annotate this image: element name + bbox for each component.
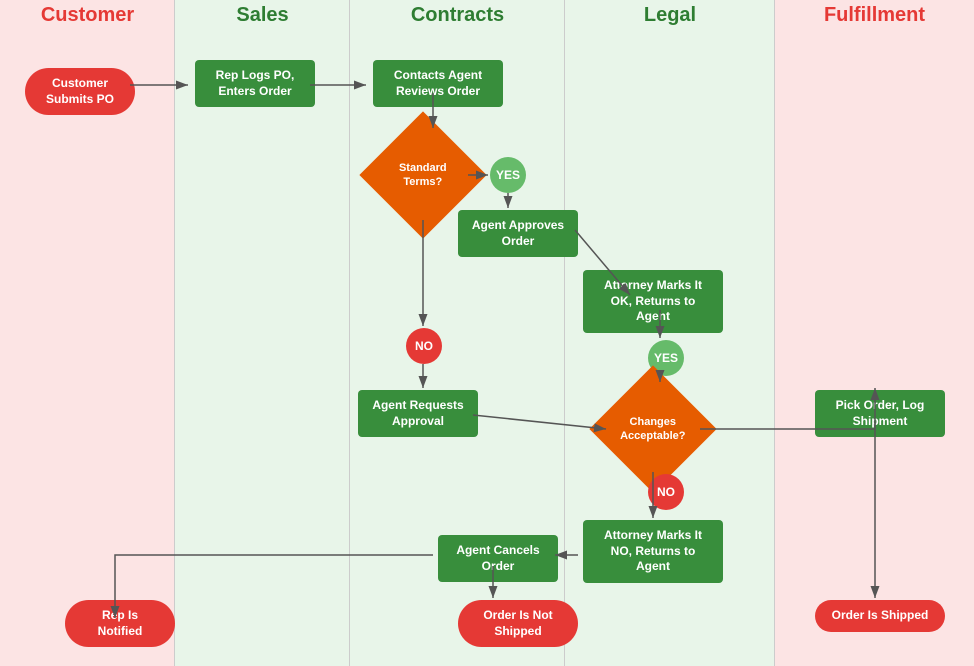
node-agent-cancels: Agent Cancels Order bbox=[433, 535, 563, 582]
node-no-2: NO bbox=[648, 474, 684, 510]
node-attorney-marks-ok: Attorney Marks It OK, Returns to Agent bbox=[578, 270, 728, 333]
node-yes-1: YES bbox=[490, 157, 526, 193]
node-agent-approves: Agent Approves Order bbox=[453, 210, 583, 257]
node-rep-notified: Rep Is Notified bbox=[60, 600, 180, 647]
flowchart: Customer Sales Contracts Legal Fulfillme… bbox=[0, 0, 974, 666]
node-no-1: NO bbox=[406, 328, 442, 364]
node-agent-requests: Agent Requests Approval bbox=[353, 390, 483, 437]
node-customer-submits-po: Customer Submits PO bbox=[20, 68, 140, 115]
lane-title-legal: Legal bbox=[565, 4, 775, 37]
lane-fulfillment-bg bbox=[775, 0, 974, 666]
node-rep-logs-po: Rep Logs PO, Enters Order bbox=[190, 60, 320, 107]
lane-title-fulfillment: Fulfillment bbox=[775, 4, 974, 37]
node-order-not-shipped: Order Is Not Shipped bbox=[453, 600, 583, 647]
lane-title-customer: Customer bbox=[0, 4, 175, 37]
node-order-shipped: Order Is Shipped bbox=[810, 600, 950, 632]
node-attorney-marks-no: Attorney Marks It NO, Returns to Agent bbox=[578, 520, 728, 583]
node-standard-terms: Standard Terms? bbox=[378, 130, 468, 220]
node-pick-order: Pick Order, Log Shipment bbox=[810, 390, 950, 437]
node-contacts-agent: Contacts Agent Reviews Order bbox=[368, 60, 508, 107]
lane-title-contracts: Contracts bbox=[350, 4, 565, 37]
lane-title-sales: Sales bbox=[175, 4, 350, 37]
node-changes-acceptable: Changes Acceptable? bbox=[608, 384, 698, 474]
